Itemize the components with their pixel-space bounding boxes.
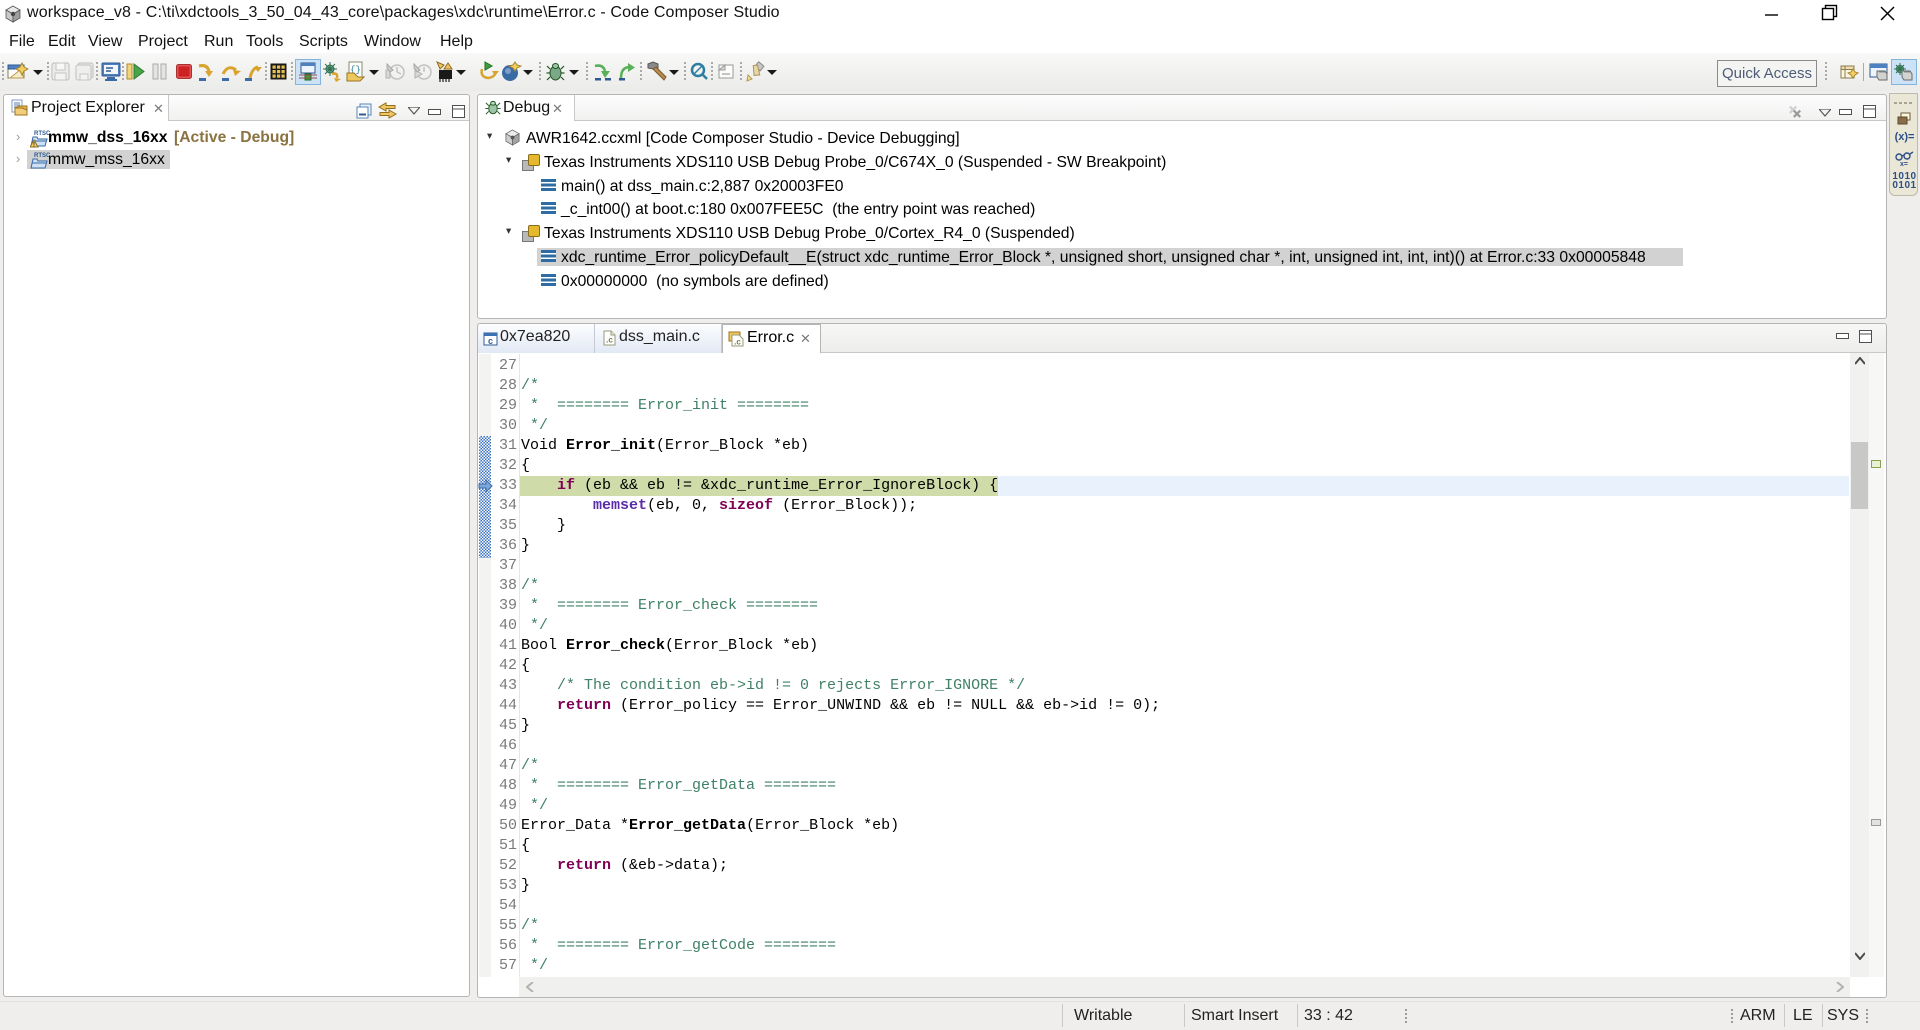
svg-text:c: c [488, 336, 493, 346]
svg-text:.c: .c [734, 338, 741, 347]
svg-text:x=: x= [1900, 161, 1908, 167]
svg-text:.c: .c [606, 336, 613, 345]
svg-text:!: ! [33, 143, 35, 149]
